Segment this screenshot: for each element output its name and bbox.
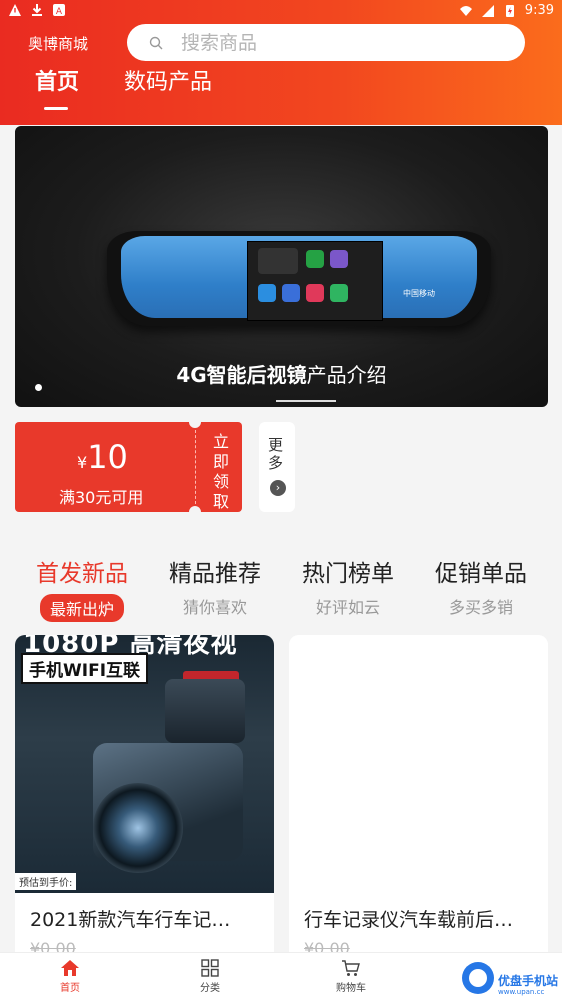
coupon-notch-bottom bbox=[189, 506, 201, 518]
product-card[interactable]: 行车记录仪汽车载前后… ¥0.00 bbox=[289, 635, 548, 975]
store-name: 奥博商城 bbox=[28, 35, 89, 53]
coupon-card[interactable]: ¥10 满30元可用 立即领取 bbox=[15, 416, 242, 518]
status-time: 9:39 bbox=[524, 3, 554, 18]
battery-icon bbox=[505, 4, 514, 17]
mirror-screen bbox=[247, 241, 383, 321]
rearview-mirror-image: 中国移动 bbox=[107, 231, 491, 326]
watermark-url: www.upan.cc bbox=[498, 988, 545, 996]
product-image: 1080P 高清夜视 手机WIFI互联 预估到手价: bbox=[15, 635, 274, 893]
more-coupons-button[interactable]: 更多 › bbox=[259, 422, 295, 512]
coupon-amount: ¥10 bbox=[77, 438, 128, 476]
camera-lens bbox=[93, 783, 183, 873]
nav-label: 购物车 bbox=[336, 983, 366, 994]
category-title: 热门榜单 bbox=[302, 561, 394, 587]
coupon-value: 10 bbox=[87, 438, 128, 476]
category-title: 促销单品 bbox=[435, 561, 527, 587]
category-recommended[interactable]: 精品推荐 猜你喜欢 bbox=[145, 554, 285, 618]
china-mobile-logo: 中国移动 bbox=[403, 289, 435, 298]
banner-caption-rest: 产品介绍 bbox=[306, 363, 387, 387]
product-card[interactable]: 1080P 高清夜视 手机WIFI互联 预估到手价: 2021新款汽车行车记… … bbox=[15, 635, 274, 975]
estimated-price-badge: 预估到手价: bbox=[15, 873, 77, 890]
category-subtitle: 最新出炉 bbox=[39, 594, 124, 622]
warning-icon bbox=[9, 4, 21, 16]
banner-caption: 4G智能后视镜产品介绍 bbox=[15, 359, 548, 388]
watermark-text: 优盘手机站 bbox=[498, 974, 559, 988]
download-icon bbox=[32, 4, 42, 16]
top-tabs: 首页 数码产品 bbox=[0, 64, 562, 112]
nav-home[interactable]: 首页 bbox=[30, 959, 110, 994]
signal-icon bbox=[481, 4, 494, 17]
chevron-right-icon: › bbox=[270, 480, 286, 496]
category-new-arrivals[interactable]: 首发新品 最新出炉 bbox=[12, 554, 152, 622]
nav-label: 分类 bbox=[200, 983, 220, 994]
nav-label: 首页 bbox=[60, 983, 80, 994]
coupon-divider bbox=[195, 430, 196, 504]
banner-progress-line bbox=[276, 400, 336, 402]
app-notification-icon: A bbox=[53, 4, 65, 17]
wifi-icon bbox=[459, 5, 472, 16]
promo-banner[interactable]: 中国移动 4G智能后视镜产品介绍 bbox=[15, 126, 548, 407]
category-subtitle: 好评如云 bbox=[315, 598, 380, 617]
carousel-indicator bbox=[35, 384, 42, 391]
search-bar[interactable] bbox=[127, 24, 525, 61]
search-icon bbox=[149, 36, 163, 49]
category-hot-list[interactable]: 热门榜单 好评如云 bbox=[278, 554, 418, 618]
product-image-tag: 手机WIFI互联 bbox=[21, 653, 149, 684]
nav-category[interactable]: 分类 bbox=[170, 959, 250, 994]
category-title: 首发新品 bbox=[36, 561, 128, 587]
grid-icon bbox=[201, 959, 219, 977]
coupon-condition: 满30元可用 bbox=[59, 488, 144, 507]
search-input[interactable] bbox=[179, 30, 483, 55]
category-subtitle: 多买多销 bbox=[448, 598, 513, 617]
status-bar: A 9:39 bbox=[0, 0, 562, 24]
category-tabs: 首发新品 最新出炉 精品推荐 猜你喜欢 热门榜单 好评如云 促销单品 多买多销 bbox=[0, 527, 562, 635]
tab-home[interactable]: 首页 bbox=[35, 64, 79, 96]
tab-digital-products[interactable]: 数码产品 bbox=[124, 64, 212, 96]
product-title: 2021新款汽车行车记… bbox=[30, 909, 231, 931]
home-icon bbox=[61, 960, 79, 976]
category-title: 精品推荐 bbox=[169, 561, 261, 587]
coupon-notch-top bbox=[189, 416, 201, 428]
watermark-logo-icon bbox=[462, 962, 494, 994]
category-promotions[interactable]: 促销单品 多买多销 bbox=[411, 554, 551, 618]
more-label: 更多 bbox=[268, 436, 284, 472]
banner-caption-bold: 4G智能后视镜 bbox=[176, 363, 307, 387]
cart-icon bbox=[342, 960, 360, 976]
watermark: 优盘手机站 www.upan.cc bbox=[458, 958, 562, 1000]
category-subtitle: 猜你喜欢 bbox=[182, 598, 247, 617]
nav-cart[interactable]: 购物车 bbox=[311, 959, 391, 994]
coupon-currency: ¥ bbox=[77, 453, 88, 472]
active-tab-indicator bbox=[44, 107, 68, 110]
product-title: 行车记录仪汽车载前后… bbox=[304, 909, 514, 931]
svg-text:A: A bbox=[56, 7, 63, 17]
product-image bbox=[289, 635, 548, 893]
claim-coupon-button[interactable]: 立即领取 bbox=[211, 432, 231, 512]
